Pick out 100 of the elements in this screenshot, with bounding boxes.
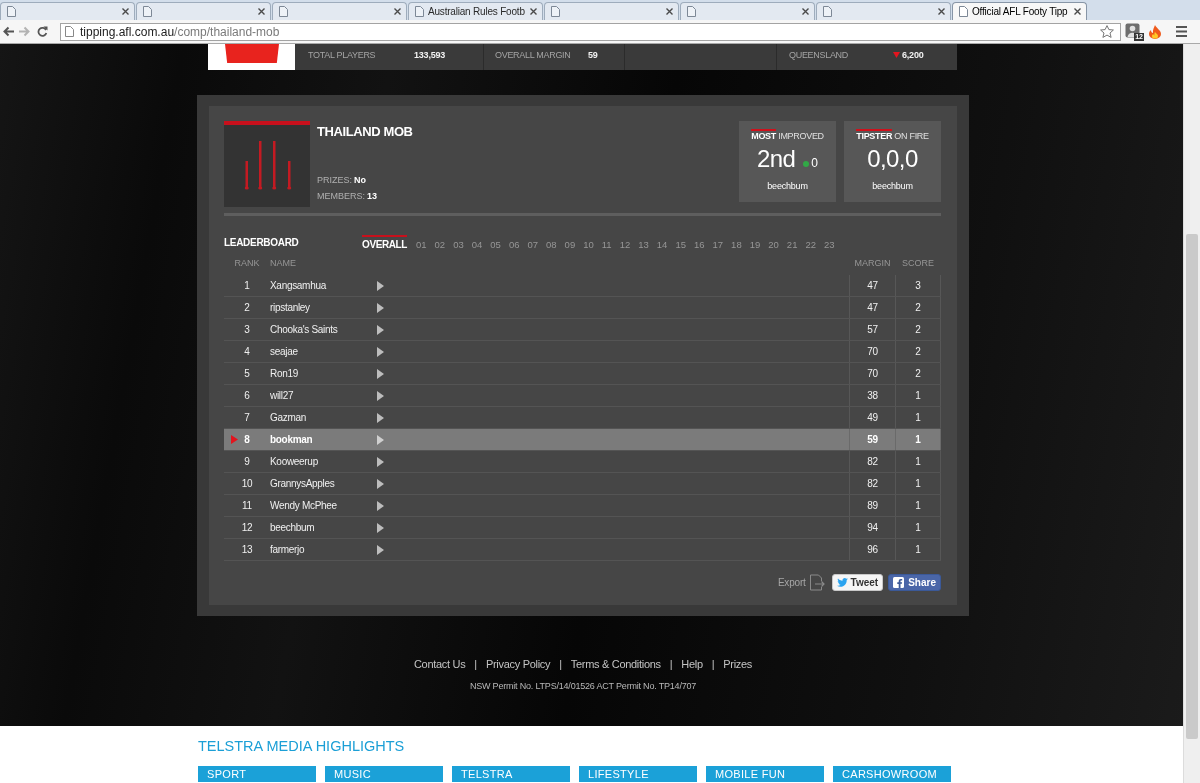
triangle-arrow-icon[interactable] <box>377 346 384 357</box>
round-tab[interactable]: 14 <box>656 235 668 250</box>
leaderboard-row[interactable]: 5 Ron19 70 2 <box>224 363 941 385</box>
footer-link[interactable]: Terms & Conditions <box>570 658 661 670</box>
leaderboard-row[interactable]: 4 seajae 70 2 <box>224 341 941 363</box>
back-icon[interactable] <box>3 26 14 37</box>
award-winner: beechbum <box>872 180 913 193</box>
scrollbar[interactable] <box>1183 44 1200 783</box>
browser-tab[interactable]: Official AFL Footy Tipp <box>952 2 1087 20</box>
round-tab[interactable]: 08 <box>546 235 557 250</box>
margin-value: 47 <box>867 302 878 313</box>
close-icon[interactable] <box>258 8 265 15</box>
round-tab[interactable]: 11 <box>601 235 612 250</box>
export-button[interactable]: Export <box>777 574 825 591</box>
round-tab[interactable]: 18 <box>731 235 742 250</box>
leaderboard-title: LEADERBOARD <box>224 237 299 248</box>
close-icon[interactable] <box>394 8 401 15</box>
leaderboard-row[interactable]: 3 Chooka's Saints 57 2 <box>224 319 941 341</box>
flame-icon[interactable] <box>1149 24 1161 39</box>
rank-number: 2 <box>244 302 250 313</box>
footer-link[interactable]: Contact Us <box>413 658 466 670</box>
round-tab[interactable]: 21 <box>786 235 798 250</box>
triangle-arrow-icon[interactable] <box>377 456 384 467</box>
triangle-arrow-icon[interactable] <box>377 302 384 313</box>
category-tab[interactable]: TELSTRA <box>452 766 570 782</box>
share-button[interactable]: Share <box>888 574 941 591</box>
category-tab[interactable]: MOBILE FUN <box>706 766 824 782</box>
round-tab[interactable]: 09 <box>564 235 576 250</box>
triangle-arrow-icon[interactable] <box>377 478 384 489</box>
triangle-arrow-icon[interactable] <box>377 390 384 401</box>
round-tab[interactable]: 01 <box>416 235 427 250</box>
page-icon <box>551 6 560 17</box>
tweet-button[interactable]: Tweet <box>831 574 884 591</box>
triangle-arrow-icon[interactable] <box>377 368 384 379</box>
margin-value: 70 <box>867 368 878 379</box>
leaderboard-row[interactable]: 1 Xangsamhua 47 3 <box>224 275 941 297</box>
separator: | <box>669 658 673 670</box>
leaderboard-row[interactable]: 6 will27 38 1 <box>224 385 941 407</box>
round-tab[interactable]: 13 <box>638 235 649 250</box>
triangle-arrow-icon[interactable] <box>377 434 384 445</box>
browser-tab[interactable]: Australian Rules Footb <box>408 2 543 20</box>
triangle-arrow-icon[interactable] <box>377 280 384 291</box>
address-field[interactable]: tipping.afl.com.au/comp/thailand-mob <box>60 22 1121 41</box>
rank-number: 1 <box>244 280 250 291</box>
footer-link[interactable]: Privacy Policy <box>485 658 551 670</box>
leaderboard-row[interactable]: 12 beechbum 94 1 <box>224 517 941 539</box>
triangle-arrow-icon[interactable] <box>377 412 384 423</box>
round-tab[interactable]: 04 <box>471 235 483 250</box>
round-tab[interactable]: 17 <box>712 235 724 250</box>
scrollbar-thumb[interactable] <box>1186 234 1198 739</box>
round-tab[interactable]: 12 <box>619 235 631 250</box>
close-icon[interactable] <box>122 8 129 15</box>
score-value: 1 <box>915 522 921 533</box>
round-tab[interactable]: 16 <box>693 235 705 250</box>
player-name: Xangsamhua <box>270 280 326 291</box>
rank-number: 12 <box>241 522 253 533</box>
category-tab[interactable]: SPORT <box>198 766 316 782</box>
menu-icon[interactable] <box>1176 26 1187 37</box>
margin-value: 49 <box>867 412 878 423</box>
triangle-arrow-icon[interactable] <box>377 522 384 533</box>
player-name: Gazman <box>270 412 306 423</box>
leaderboard-row[interactable]: 8 bookman 59 1 <box>224 429 941 451</box>
round-tab[interactable]: 05 <box>490 235 501 250</box>
round-tab[interactable]: 19 <box>749 235 761 250</box>
round-tab[interactable]: OVERALL <box>362 235 407 250</box>
star-icon[interactable] <box>1100 25 1114 38</box>
footer-link[interactable]: Prizes <box>723 658 753 670</box>
leaderboard-row[interactable]: 9 Kooweerup 82 1 <box>224 451 941 473</box>
award-value: 2nd <box>757 145 796 173</box>
round-tab[interactable]: 20 <box>768 235 779 250</box>
rank-number: 13 <box>241 544 253 555</box>
round-tab[interactable]: 15 <box>675 235 686 250</box>
triangle-arrow-icon[interactable] <box>377 324 384 335</box>
close-icon[interactable] <box>938 8 945 15</box>
rank-number: 5 <box>244 368 250 379</box>
category-tab[interactable]: MUSIC <box>325 766 443 782</box>
award-value: 0,0,0 <box>867 145 918 173</box>
close-icon[interactable] <box>530 8 537 15</box>
round-tab[interactable]: 22 <box>805 235 816 250</box>
score-value: 1 <box>915 412 921 423</box>
margin-value: 38 <box>867 390 878 401</box>
close-icon[interactable] <box>1074 8 1081 15</box>
round-tab[interactable]: 02 <box>434 235 446 250</box>
round-tab[interactable]: 10 <box>583 235 594 250</box>
close-icon[interactable] <box>802 8 809 15</box>
triangle-arrow-icon[interactable] <box>377 500 384 511</box>
close-icon[interactable] <box>666 8 673 15</box>
category-tab[interactable]: LIFESTYLE <box>579 766 697 782</box>
leaderboard-row[interactable]: 13 farmerjo 96 1 <box>224 539 941 561</box>
round-tab[interactable]: 03 <box>453 235 464 250</box>
category-tab[interactable]: CARSHOWROOM <box>833 766 951 782</box>
leaderboard-row[interactable]: 2 ripstanley 47 2 <box>224 297 941 319</box>
triangle-arrow-icon[interactable] <box>377 544 384 555</box>
reload-icon[interactable] <box>37 26 48 37</box>
footer-link[interactable]: Help <box>681 658 703 670</box>
round-tab[interactable]: 06 <box>508 235 520 250</box>
leaderboard-row[interactable]: 10 GrannysApples 82 1 <box>224 473 941 495</box>
round-tab[interactable]: 23 <box>824 235 835 250</box>
leaderboard-row[interactable]: 11 Wendy McPhee 89 1 <box>224 495 941 517</box>
round-tab[interactable]: 07 <box>527 235 539 250</box>
